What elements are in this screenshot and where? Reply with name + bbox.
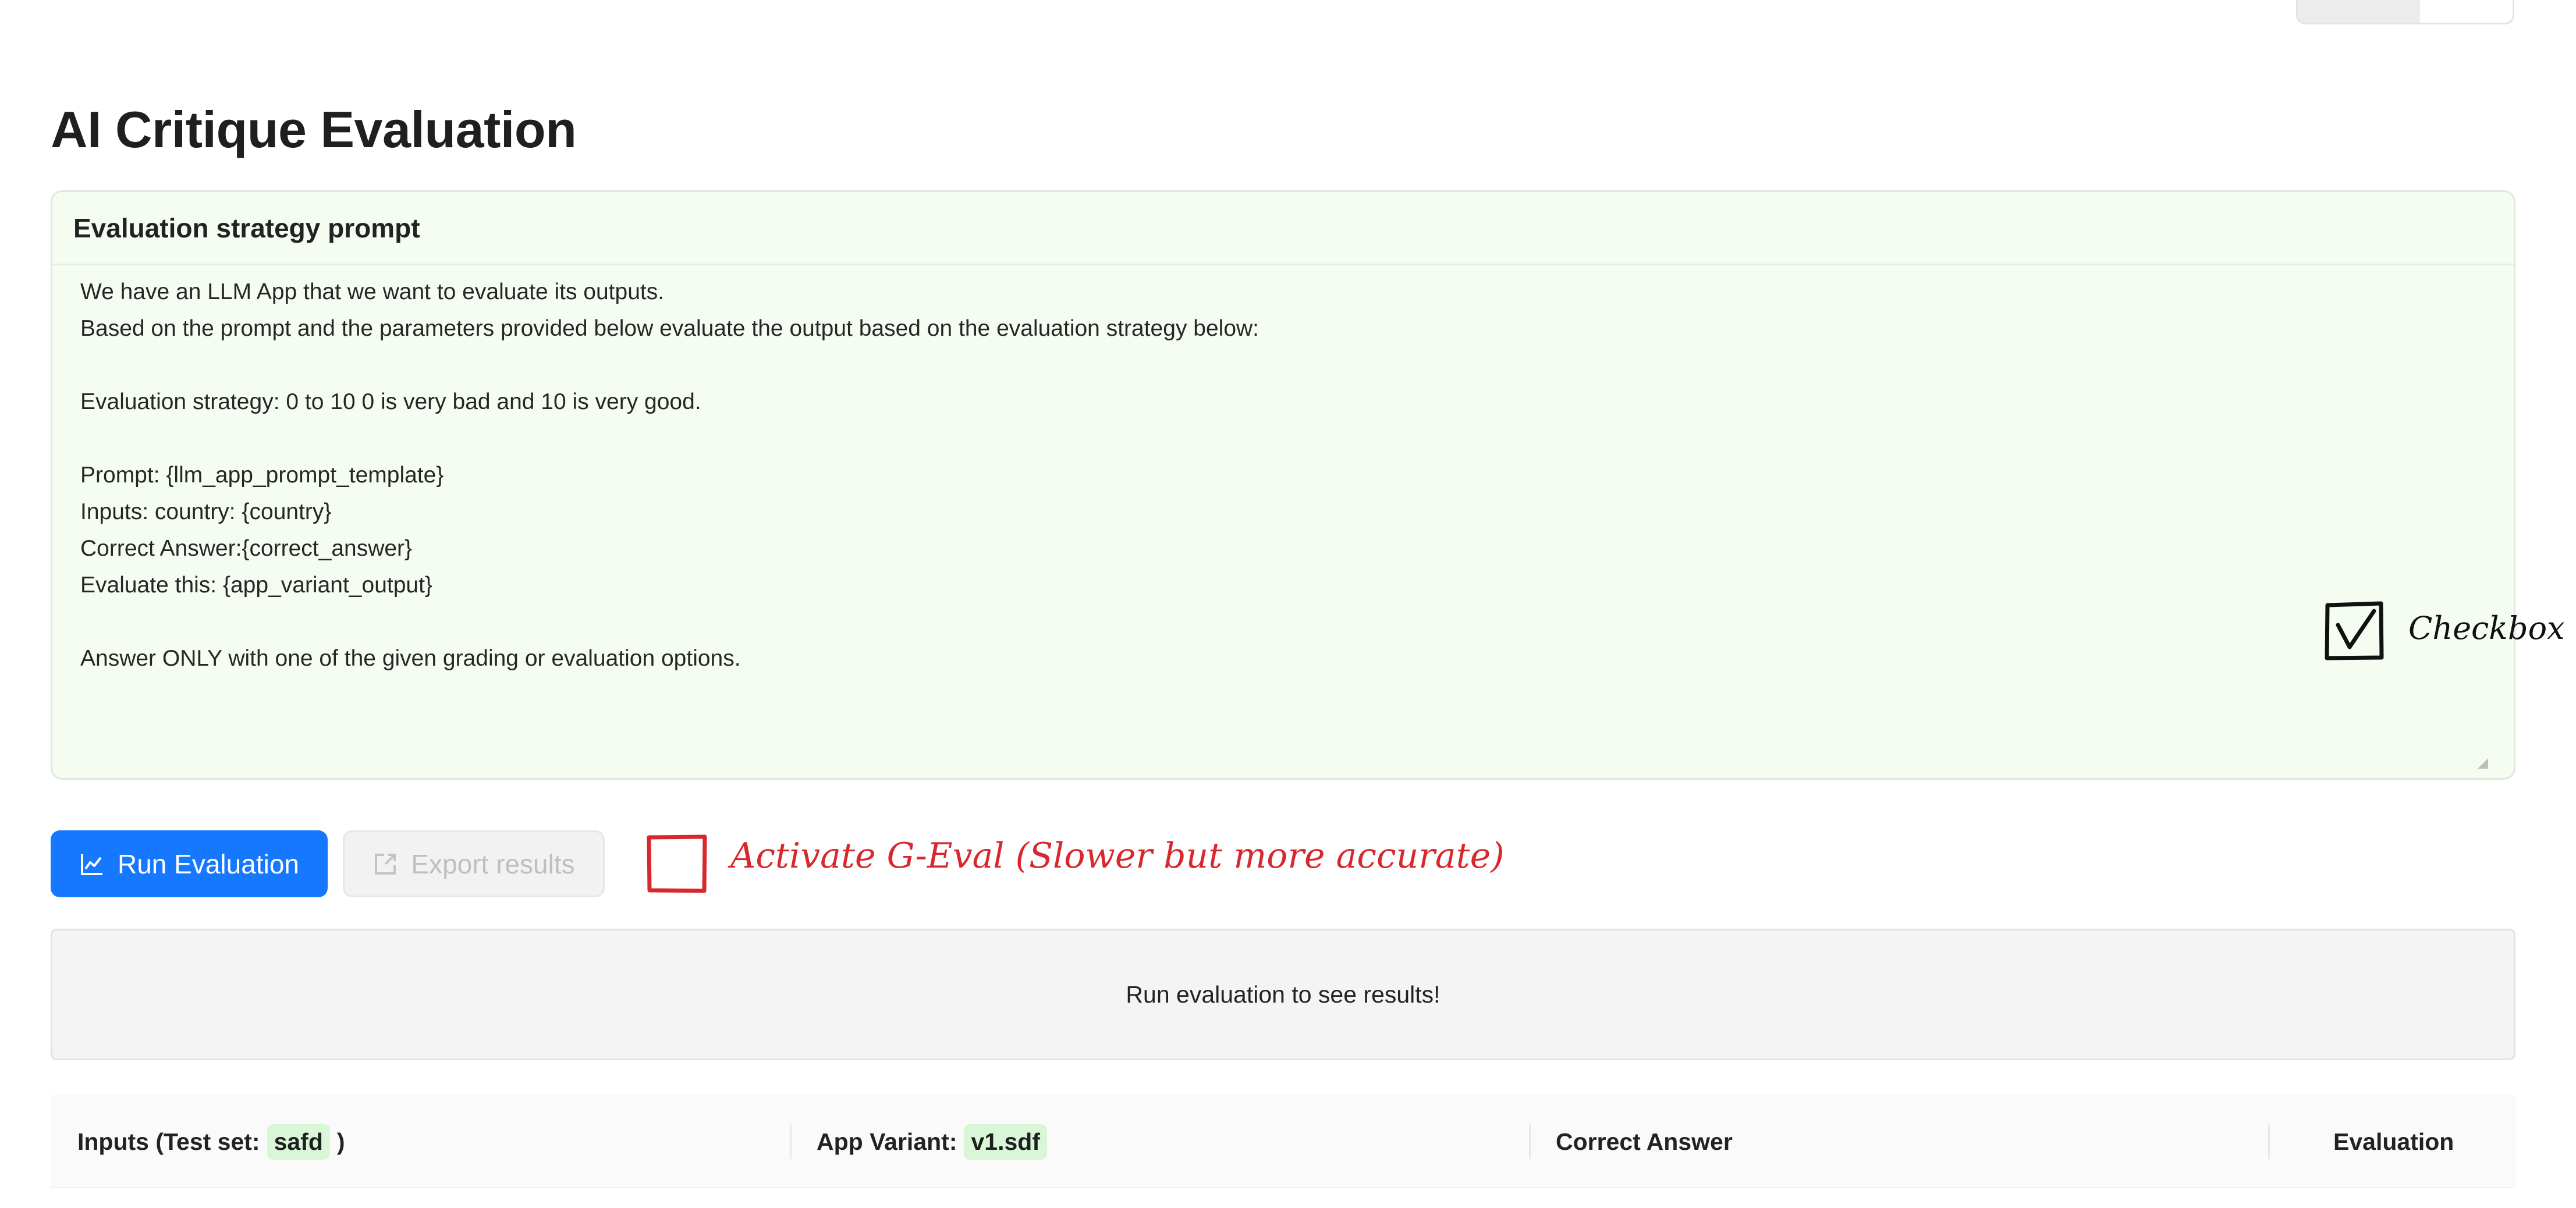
run-evaluation-button[interactable]: Run Evaluation <box>51 830 328 897</box>
column-header-evaluation: Evaluation <box>2333 1095 2454 1188</box>
page: AI Critique Evaluation Evaluation strate… <box>0 0 2576 1208</box>
prompt-line: Correct Answer:{correct_answer} <box>80 536 413 561</box>
segmented-control-active-segment[interactable] <box>2298 0 2420 23</box>
line-chart-icon <box>81 854 102 875</box>
app-variant-header-label: App Variant: <box>817 1128 957 1155</box>
g-eval-label: Activate G-Eval (Slower but more accurat… <box>730 836 1505 876</box>
evaluation-prompt-card: Evaluation strategy prompt We have an LL… <box>51 190 2515 780</box>
export-results-label: Export results <box>411 848 575 879</box>
results-table-header: Inputs (Test set: safd ) App Variant: v1… <box>51 1095 2515 1188</box>
prompt-line: Evaluation strategy: 0 to 10 0 is very b… <box>80 389 701 414</box>
results-placeholder: Run evaluation to see results! <box>51 929 2515 1060</box>
prompt-line: We have an LLM App that we want to evalu… <box>80 279 665 304</box>
run-evaluation-label: Run Evaluation <box>118 848 299 879</box>
prompt-card-header: Evaluation strategy prompt <box>52 192 2514 265</box>
prompt-line: Evaluate this: {app_variant_output} <box>80 573 432 598</box>
results-empty-message: Run evaluation to see results! <box>1126 980 1440 1008</box>
prompt-line <box>80 420 2490 457</box>
column-divider[interactable] <box>1529 1124 1531 1159</box>
resize-grip-icon[interactable] <box>2475 756 2489 770</box>
prompt-line: Inputs: country: {country} <box>80 499 332 524</box>
segmented-control[interactable] <box>2296 0 2514 24</box>
page-title: AI Critique Evaluation <box>51 101 577 158</box>
inputs-header-label: Inputs (Test set: <box>77 1128 260 1155</box>
prompt-line: Prompt: {llm_app_prompt_template} <box>80 463 444 488</box>
inputs-header-suffix: ) <box>336 1128 345 1155</box>
column-header-app-variant: App Variant: v1.sdf <box>817 1095 1047 1188</box>
evaluation-header-label: Evaluation <box>2333 1128 2454 1155</box>
correct-answer-header-label: Correct Answer <box>1556 1128 1733 1155</box>
column-header-correct-answer: Correct Answer <box>1556 1095 1733 1188</box>
checked-checkbox-icon[interactable] <box>2324 601 2385 661</box>
column-header-inputs: Inputs (Test set: safd ) <box>77 1095 345 1188</box>
test-set-tag: safd <box>267 1124 330 1160</box>
g-eval-checkbox-icon[interactable] <box>646 834 708 894</box>
checkbox-annotation-label: Checkbox <box>2408 610 2565 646</box>
prompt-textarea[interactable]: We have an LLM App that we want to evalu… <box>80 273 2490 677</box>
prompt-line: Based on the prompt and the parameters p… <box>80 316 1259 341</box>
column-divider[interactable] <box>790 1124 792 1159</box>
export-icon <box>375 853 396 875</box>
prompt-line <box>80 603 2490 640</box>
prompt-card-title: Evaluation strategy prompt <box>73 212 420 243</box>
prompt-line <box>80 347 2490 383</box>
prompt-line: Answer ONLY with one of the given gradin… <box>80 646 741 671</box>
export-results-button[interactable]: Export results <box>343 830 605 897</box>
app-variant-tag: v1.sdf <box>964 1124 1047 1160</box>
column-divider[interactable] <box>2268 1124 2270 1159</box>
